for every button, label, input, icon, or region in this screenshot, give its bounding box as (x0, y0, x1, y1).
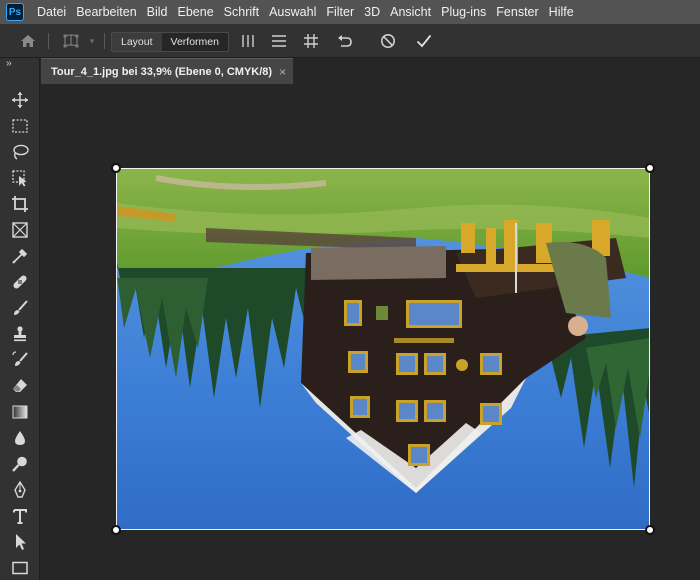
photoshop-logo-icon[interactable]: Ps (6, 3, 24, 21)
menu-ebene[interactable]: Ebene (173, 0, 219, 24)
crop-tool-icon[interactable] (8, 192, 32, 216)
warp-mode-toggle: Layout Verformen (111, 32, 229, 52)
frame-tool-icon[interactable] (8, 218, 32, 242)
warped-image-layer[interactable] (111, 163, 655, 535)
warp-mesh-icon[interactable] (58, 24, 84, 58)
menu-3d[interactable]: 3D (359, 0, 385, 24)
healing-brush-tool-icon[interactable] (8, 270, 32, 294)
menu-ansicht[interactable]: Ansicht (385, 0, 436, 24)
cancel-icon[interactable] (376, 24, 400, 58)
document-tab[interactable]: Tour_4_1.jpg bei 33,9% (Ebene 0, CMYK/8)… (41, 58, 293, 84)
type-tool-icon[interactable] (8, 504, 32, 528)
menu-datei[interactable]: Datei (32, 0, 71, 24)
move-tool-icon[interactable] (8, 88, 32, 112)
transform-handle-bottom-right[interactable] (645, 525, 655, 535)
transform-handle-bottom-left[interactable] (111, 525, 121, 535)
transform-handle-top-right[interactable] (645, 163, 655, 173)
marquee-tool-icon[interactable] (8, 114, 32, 138)
grid-icon[interactable] (299, 24, 323, 58)
close-icon[interactable]: × (279, 65, 286, 79)
mode-layout-button[interactable]: Layout (112, 33, 162, 51)
eraser-tool-icon[interactable] (8, 374, 32, 398)
menu-hilfe[interactable]: Hilfe (544, 0, 579, 24)
separator (104, 33, 105, 49)
chevron-down-icon[interactable]: ▾ (86, 24, 98, 58)
menu-fenster[interactable]: Fenster (491, 0, 543, 24)
menu-auswahl[interactable]: Auswahl (264, 0, 321, 24)
transform-handle-top-left[interactable] (111, 163, 121, 173)
document-tab-title: Tour_4_1.jpg bei 33,9% (Ebene 0, CMYK/8) (51, 65, 273, 78)
rectangle-tool-icon[interactable] (8, 556, 32, 580)
blur-tool-icon[interactable] (8, 426, 32, 450)
undo-warp-icon[interactable] (333, 24, 357, 58)
object-selection-tool-icon[interactable] (8, 166, 32, 190)
tools-panel: ›› (0, 58, 40, 580)
split-vertical-icon[interactable] (236, 24, 260, 58)
pen-tool-icon[interactable] (8, 478, 32, 502)
options-bar: ▾ Layout Verformen (0, 24, 700, 58)
gradient-tool-icon[interactable] (8, 400, 32, 424)
mode-verformen-button[interactable]: Verformen (161, 33, 228, 51)
commit-icon[interactable] (412, 24, 436, 58)
separator (48, 33, 49, 49)
menu-bild[interactable]: Bild (142, 0, 173, 24)
menu-plugins[interactable]: Plug-ins (436, 0, 491, 24)
path-selection-tool-icon[interactable] (8, 530, 32, 554)
collapse-icon[interactable]: ›› (6, 58, 12, 69)
brush-tool-icon[interactable] (8, 296, 32, 320)
home-icon[interactable] (16, 24, 40, 58)
menu-schrift[interactable]: Schrift (219, 0, 264, 24)
menu-bearbeiten[interactable]: Bearbeiten (71, 0, 141, 24)
menu-bar: Ps Datei Bearbeiten Bild Ebene Schrift A… (0, 0, 700, 24)
menu-filter[interactable]: Filter (321, 0, 359, 24)
lasso-tool-icon[interactable] (8, 140, 32, 164)
history-brush-tool-icon[interactable] (8, 348, 32, 372)
transform-bounding-box[interactable] (116, 168, 650, 530)
dodge-tool-icon[interactable] (8, 452, 32, 476)
clone-stamp-tool-icon[interactable] (8, 322, 32, 346)
split-horizontal-icon[interactable] (267, 24, 291, 58)
eyedropper-tool-icon[interactable] (8, 244, 32, 268)
